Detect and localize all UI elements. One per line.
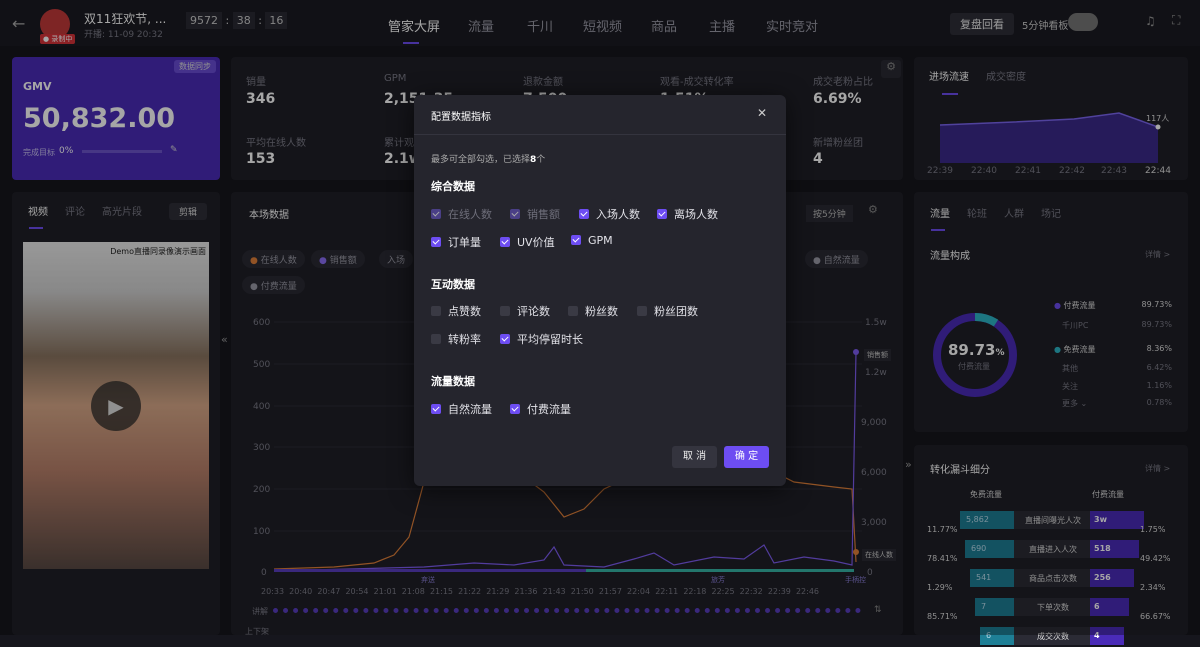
checkbox-checked[interactable] — [500, 237, 510, 247]
config-modal: 配置数据指标 ✕ 最多可全部勾选，已选择8个 综合数据 在线人数 销售额 入场人… — [414, 95, 786, 486]
option-label: UV价值 — [517, 236, 555, 249]
checkbox-checked[interactable] — [510, 404, 520, 414]
metric-option-avg-stay[interactable]: 平均停留时长 — [500, 331, 583, 347]
metric-option-online: 在线人数 — [431, 206, 492, 222]
cancel-button[interactable]: 取 消 — [672, 446, 717, 468]
option-label: 入场人数 — [596, 208, 640, 221]
checkbox-checked-disabled — [431, 209, 441, 219]
metric-option-comments[interactable]: 评论数 — [500, 303, 550, 319]
checkbox-checked[interactable] — [431, 404, 441, 414]
option-label: 粉丝数 — [585, 305, 618, 318]
metric-option-follow-rate[interactable]: 转粉率 — [431, 331, 481, 347]
checkbox-unchecked[interactable] — [431, 306, 441, 316]
checkbox-checked[interactable] — [571, 235, 581, 245]
close-icon[interactable]: ✕ — [757, 106, 767, 120]
option-label: 转粉率 — [448, 333, 481, 346]
option-label: 平均停留时长 — [517, 333, 583, 346]
option-label: 在线人数 — [448, 208, 492, 221]
metric-option-likes[interactable]: 点赞数 — [431, 303, 481, 319]
metric-option-entry[interactable]: 入场人数 — [579, 206, 640, 222]
checkbox-checked[interactable] — [579, 209, 589, 219]
hint-suffix: 个 — [536, 155, 546, 165]
metric-option-exit[interactable]: 离场人数 — [657, 206, 718, 222]
metric-option-uv-value[interactable]: UV价值 — [500, 234, 555, 250]
metric-option-paid[interactable]: 付费流量 — [510, 401, 571, 417]
modal-title: 配置数据指标 — [431, 112, 491, 123]
metric-option-orders[interactable]: 订单量 — [431, 234, 481, 250]
metric-option-gpm[interactable]: GPM — [571, 234, 613, 247]
metric-option-sales: 销售额 — [510, 206, 560, 222]
section-title: 流量数据 — [431, 375, 475, 388]
checkbox-unchecked[interactable] — [500, 306, 510, 316]
modal-hint: 最多可全部勾选，已选择8个 — [431, 152, 545, 165]
checkbox-checked[interactable] — [657, 209, 667, 219]
metric-option-natural[interactable]: 自然流量 — [431, 401, 492, 417]
modal-divider — [414, 134, 786, 135]
option-label: 评论数 — [517, 305, 550, 318]
option-label: GPM — [588, 234, 613, 247]
metric-option-fans[interactable]: 粉丝数 — [568, 303, 618, 319]
checkbox-checked-disabled — [510, 209, 520, 219]
section-title: 综合数据 — [431, 180, 475, 193]
option-label: 订单量 — [448, 236, 481, 249]
checkbox-checked[interactable] — [431, 237, 441, 247]
option-label: 离场人数 — [674, 208, 718, 221]
option-label: 自然流量 — [448, 403, 492, 416]
checkbox-unchecked[interactable] — [637, 306, 647, 316]
metric-option-fan-groups[interactable]: 粉丝团数 — [637, 303, 698, 319]
option-label: 粉丝团数 — [654, 305, 698, 318]
checkbox-unchecked[interactable] — [568, 306, 578, 316]
confirm-button[interactable]: 确 定 — [724, 446, 769, 468]
checkbox-unchecked[interactable] — [431, 334, 441, 344]
section-title: 互动数据 — [431, 278, 475, 291]
option-label: 点赞数 — [448, 305, 481, 318]
option-label: 销售额 — [527, 208, 560, 221]
option-label: 付费流量 — [527, 403, 571, 416]
hint-prefix: 最多可全部勾选，已选择 — [431, 155, 531, 165]
checkbox-checked[interactable] — [500, 334, 510, 344]
